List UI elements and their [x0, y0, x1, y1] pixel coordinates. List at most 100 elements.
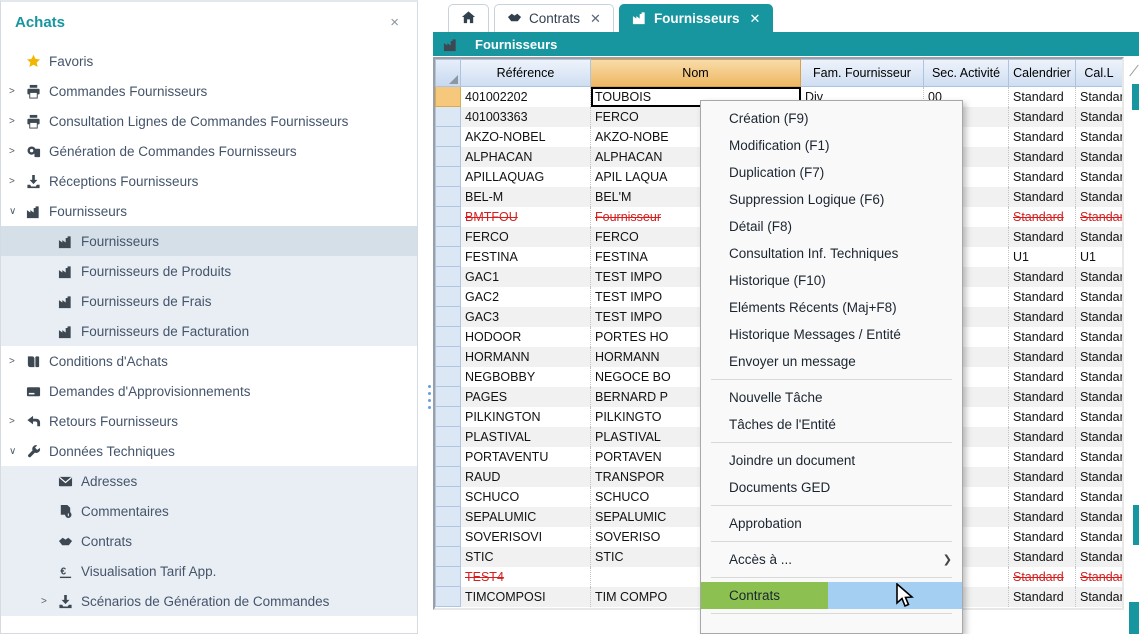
- menu-item-envoyer-un-message[interactable]: Envoyer un message: [701, 348, 962, 375]
- cell-calendrier[interactable]: Standard: [1009, 87, 1076, 107]
- cell-cal-livraison[interactable]: Standard: [1076, 587, 1122, 607]
- sidebar-item-fournisseurs-de-produits[interactable]: Fournisseurs de Produits: [1, 256, 417, 286]
- row-marker-cell[interactable]: [435, 467, 461, 487]
- menu-item-historique-f10[interactable]: Historique (F10): [701, 267, 962, 294]
- menu-item-nouvelle-tache[interactable]: Nouvelle Tâche: [701, 384, 962, 411]
- cell-reference[interactable]: AKZO-NOBEL: [461, 127, 591, 147]
- row-marker-cell[interactable]: [435, 407, 461, 427]
- chevron-right-icon[interactable]: >: [9, 146, 26, 157]
- cell-cal-livraison[interactable]: Standard: [1076, 307, 1122, 327]
- sidebar-item-adresses[interactable]: Adresses: [1, 466, 417, 496]
- cell-cal-livraison[interactable]: Standard: [1076, 507, 1122, 527]
- cell-reference[interactable]: PLASTIVAL: [461, 427, 591, 447]
- cell-reference[interactable]: SOVERISOVI: [461, 527, 591, 547]
- menu-item-contrats[interactable]: Contrats: [701, 582, 962, 609]
- tab-contrats[interactable]: Contrats✕: [494, 4, 614, 32]
- chevron-right-icon[interactable]: >: [9, 86, 26, 97]
- cell-calendrier[interactable]: Standard: [1009, 407, 1076, 427]
- cell-reference[interactable]: STIC: [461, 547, 591, 567]
- cell-calendrier[interactable]: Standard: [1009, 207, 1076, 227]
- cell-cal-livraison[interactable]: Standard: [1076, 367, 1122, 387]
- row-marker-cell[interactable]: [435, 387, 461, 407]
- tab-home[interactable]: [448, 4, 489, 32]
- row-marker-cell[interactable]: [435, 127, 461, 147]
- cell-calendrier[interactable]: Standard: [1009, 227, 1076, 247]
- cell-calendrier[interactable]: Standard: [1009, 387, 1076, 407]
- column-header-fam-fournisseur[interactable]: Fam. Fournisseur: [801, 59, 924, 87]
- row-marker-cell[interactable]: [435, 267, 461, 287]
- cell-cal-livraison[interactable]: Standard: [1076, 347, 1122, 367]
- sidebar-item-scenarios-de-generation-de-commandes[interactable]: >Scénarios de Génération de Commandes: [1, 586, 417, 616]
- sidebar-item-consultation-lignes-de-commandes-fournisseurs[interactable]: >Consultation Lignes de Commandes Fourni…: [1, 106, 417, 136]
- cell-cal-livraison[interactable]: Standard: [1076, 527, 1122, 547]
- row-marker-cell[interactable]: [435, 427, 461, 447]
- cell-reference[interactable]: HORMANN: [461, 347, 591, 367]
- row-marker-cell[interactable]: [435, 107, 461, 127]
- sidebar-item-donnees-techniques[interactable]: ∨Données Techniques: [1, 436, 417, 466]
- cell-cal-livraison[interactable]: Standard: [1076, 387, 1122, 407]
- menu-item-taches-de-l-entite[interactable]: Tâches de l'Entité: [701, 411, 962, 438]
- panel-splitter-handle[interactable]: [427, 385, 431, 415]
- menu-item-acces-a[interactable]: Accès à ...❯: [701, 546, 962, 573]
- menu-item-exporter[interactable]: Exporter: [701, 618, 962, 634]
- cell-calendrier[interactable]: Standard: [1009, 587, 1076, 607]
- row-marker-cell[interactable]: [435, 307, 461, 327]
- chevron-right-icon[interactable]: >: [41, 596, 58, 607]
- menu-item-duplication-f7[interactable]: Duplication (F7): [701, 159, 962, 186]
- row-marker-cell[interactable]: [435, 347, 461, 367]
- sidebar-item-conditions-d-achats[interactable]: >Conditions d'Achats: [1, 346, 417, 376]
- cell-reference[interactable]: PAGES: [461, 387, 591, 407]
- menu-item-creation-f9[interactable]: Création (F9): [701, 105, 962, 132]
- cell-calendrier[interactable]: Standard: [1009, 347, 1076, 367]
- tab-close-icon[interactable]: ✕: [587, 11, 601, 27]
- cell-reference[interactable]: ALPHACAN: [461, 147, 591, 167]
- cell-reference[interactable]: GAC2: [461, 287, 591, 307]
- cell-cal-livraison[interactable]: Standard: [1076, 567, 1122, 587]
- menu-item-joindre-un-document[interactable]: Joindre un document: [701, 447, 962, 474]
- cell-reference[interactable]: 401003363: [461, 107, 591, 127]
- cell-reference[interactable]: TEST4: [461, 567, 591, 587]
- chevron-right-icon[interactable]: >: [9, 176, 26, 187]
- chevron-down-icon[interactable]: ∨: [9, 446, 26, 457]
- cell-calendrier[interactable]: Standard: [1009, 147, 1076, 167]
- cell-calendrier[interactable]: Standard: [1009, 467, 1076, 487]
- cell-reference[interactable]: GAC3: [461, 307, 591, 327]
- sidebar-item-retours-fournisseurs[interactable]: >Retours Fournisseurs: [1, 406, 417, 436]
- row-marker-cell[interactable]: [435, 187, 461, 207]
- cell-cal-livraison[interactable]: Standard: [1076, 187, 1122, 207]
- sidebar-item-generation-de-commandes-fournisseurs[interactable]: >Génération de Commandes Fournisseurs: [1, 136, 417, 166]
- menu-item-documents-ged[interactable]: Documents GED: [701, 474, 962, 501]
- cell-calendrier[interactable]: Standard: [1009, 427, 1076, 447]
- cell-cal-livraison[interactable]: Standard: [1076, 87, 1122, 107]
- right-dock-tab[interactable]: [1133, 505, 1139, 545]
- cell-calendrier[interactable]: Standard: [1009, 287, 1076, 307]
- cell-cal-livraison[interactable]: Standard: [1076, 107, 1122, 127]
- cell-calendrier[interactable]: U1: [1009, 247, 1076, 267]
- sidebar-item-fournisseurs-de-facturation[interactable]: Fournisseurs de Facturation: [1, 316, 417, 346]
- column-header-nom[interactable]: Nom: [591, 59, 801, 87]
- right-dock-tab[interactable]: [1129, 602, 1139, 634]
- cell-cal-livraison[interactable]: Standard: [1076, 467, 1122, 487]
- sidebar-item-receptions-fournisseurs[interactable]: >Réceptions Fournisseurs: [1, 166, 417, 196]
- cell-calendrier[interactable]: Standard: [1009, 547, 1076, 567]
- cell-cal-livraison[interactable]: Standard: [1076, 287, 1122, 307]
- right-dock-tab[interactable]: [1132, 84, 1139, 110]
- cell-calendrier[interactable]: Standard: [1009, 487, 1076, 507]
- cell-reference[interactable]: FERCO: [461, 227, 591, 247]
- row-marker-cell[interactable]: [435, 227, 461, 247]
- sidebar-item-fournisseurs-de-frais[interactable]: Fournisseurs de Frais: [1, 286, 417, 316]
- menu-item-detail-f8[interactable]: Détail (F8): [701, 213, 962, 240]
- cell-calendrier[interactable]: Standard: [1009, 567, 1076, 587]
- menu-item-suppression-logique-f6[interactable]: Suppression Logique (F6): [701, 186, 962, 213]
- cell-calendrier[interactable]: Standard: [1009, 167, 1076, 187]
- cell-calendrier[interactable]: Standard: [1009, 327, 1076, 347]
- cell-cal-livraison[interactable]: Standard: [1076, 267, 1122, 287]
- sidebar-item-fournisseurs[interactable]: Fournisseurs: [1, 226, 417, 256]
- row-marker-cell[interactable]: [435, 487, 461, 507]
- cell-cal-livraison[interactable]: Standard: [1076, 207, 1122, 227]
- menu-item-modification-f1[interactable]: Modification (F1): [701, 132, 962, 159]
- column-header-sec-activite[interactable]: Sec. Activité: [924, 59, 1009, 87]
- cell-cal-livraison[interactable]: Standard: [1076, 127, 1122, 147]
- row-marker-cell[interactable]: [435, 527, 461, 547]
- cell-reference[interactable]: SCHUCO: [461, 487, 591, 507]
